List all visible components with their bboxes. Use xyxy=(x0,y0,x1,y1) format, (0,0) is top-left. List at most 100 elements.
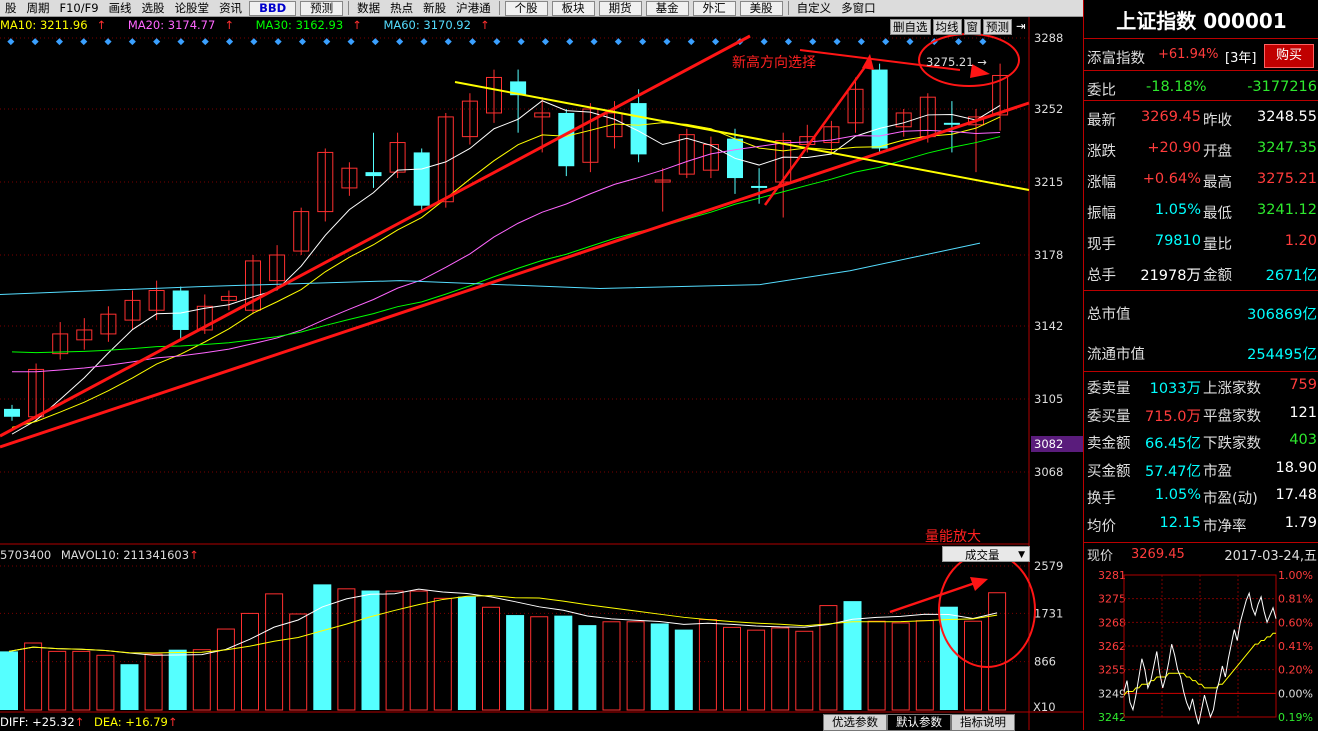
mini-left-axis-label: 3268 xyxy=(1098,616,1126,629)
quote-value: 759 xyxy=(1289,377,1317,393)
quote-label: 金额 xyxy=(1203,268,1232,284)
volume-bar xyxy=(337,588,356,711)
quote-label: 下跌家数 xyxy=(1203,436,1261,452)
quote-value: 21978万 xyxy=(1140,268,1201,284)
toolbar-item-1[interactable]: 周期 xyxy=(22,0,55,16)
trendline-support xyxy=(0,101,1030,449)
toolbar-item-7[interactable]: BBD xyxy=(249,0,297,16)
volume-bar xyxy=(554,615,573,710)
volume-bar xyxy=(915,620,934,711)
indicator-select[interactable]: 成交量 ▼ xyxy=(942,546,1030,562)
toolbar-item-2[interactable]: F10/F9 xyxy=(55,0,104,16)
volume-value: 5703400 xyxy=(0,548,52,562)
top-toolbar: 股周期 F10/F9 画线 选股 论股堂 资讯 BBD 预测 数据 热点 新股 沪港通 个股 板块 期货 基金… xyxy=(0,0,1083,17)
tab-indicator-help[interactable]: 指标说明 xyxy=(951,714,1015,731)
volume-bar xyxy=(674,629,693,710)
ma-toggle-button[interactable]: 均线 xyxy=(932,19,962,35)
toolbar-item-12[interactable]: 沪港通 xyxy=(451,0,496,16)
quote-label: 现手 xyxy=(1087,237,1116,253)
quote-label: 市盈(动) xyxy=(1203,491,1258,507)
price-axis-label: 3252 xyxy=(1034,102,1063,116)
price-axis-label: 3215 xyxy=(1034,175,1063,189)
toolbar-item-11[interactable]: 新股 xyxy=(418,0,451,16)
vol-arrow-line xyxy=(889,581,976,614)
mini-left-axis-label: 3281 xyxy=(1098,569,1126,582)
quote-value: 1.05% xyxy=(1154,487,1201,503)
toolbar-item-5[interactable]: 论股堂 xyxy=(170,0,215,16)
kline-chart[interactable]: 3288 3252 3215 3178 3142 3105 3068 2579 1731 866 xyxy=(0,17,1083,730)
toolbar-item-8[interactable]: 预测 xyxy=(300,0,344,16)
volume-bar xyxy=(891,622,910,711)
volume-bar xyxy=(313,584,332,710)
toolbar-item-14[interactable]: 板块 xyxy=(551,0,595,16)
quote-value: 3275.21 xyxy=(1257,171,1317,187)
buy-button[interactable]: 购买 xyxy=(1264,44,1314,68)
new-high-annotation: 新高方向选择 xyxy=(732,55,816,71)
tab-default-params[interactable]: 默认参数 xyxy=(887,714,951,731)
fortune-index-label: 添富指数 xyxy=(1087,51,1145,67)
quote-label: 上涨家数 xyxy=(1203,381,1261,397)
quote-label: 开盘 xyxy=(1203,144,1232,160)
mini-left-axis-label: 3255 xyxy=(1098,664,1126,677)
quote-label: 最高 xyxy=(1203,175,1232,191)
quote-value: 2671亿 xyxy=(1265,268,1317,284)
candle-body xyxy=(365,172,382,177)
volume-bar xyxy=(843,601,862,710)
float-cap-label: 流通市值 xyxy=(1087,347,1145,363)
price-axis-label: 3142 xyxy=(1034,319,1063,333)
mini-left-axis-label: 3275 xyxy=(1098,593,1126,606)
toolbar-item-19[interactable]: 自定义 xyxy=(792,0,837,16)
mini-left-axis-label: 3262 xyxy=(1098,640,1126,653)
quote-value: 1033万 xyxy=(1149,381,1201,397)
volume-bar xyxy=(120,664,139,710)
mini-right-axis-label: 1.00% xyxy=(1278,569,1313,582)
mini-date: 2017-03-24,五 xyxy=(1224,548,1317,564)
quote-value: 1.20 xyxy=(1284,233,1317,249)
volume-axis-label: 866 xyxy=(1034,655,1056,669)
toolbar-item-16[interactable]: 基金 xyxy=(645,0,689,16)
volume-bar xyxy=(144,653,163,711)
volume-bar xyxy=(530,616,549,711)
quote-value: 121 xyxy=(1289,404,1317,421)
toolbar-item-17[interactable]: 外汇 xyxy=(692,0,736,16)
toolbar-item-3[interactable]: 画线 xyxy=(104,0,137,16)
toolbar-item-9[interactable]: 数据 xyxy=(352,0,385,16)
volume-bar xyxy=(795,630,814,711)
collapse-arrow-icon[interactable]: ⇥ xyxy=(1014,19,1028,33)
quote-label: 振幅 xyxy=(1087,206,1116,222)
current-price-tag: 3082 xyxy=(1031,436,1083,452)
toolbar-item-0[interactable]: 股 xyxy=(0,0,22,16)
mini-right-axis-label: 0.60% xyxy=(1278,616,1313,629)
toolbar-item-18[interactable]: 美股 xyxy=(739,0,783,16)
tab-optimal-params[interactable]: 优选参数 xyxy=(823,714,887,731)
toolbar-item-4[interactable]: 选股 xyxy=(137,0,170,16)
toolbar-item-15[interactable]: 期货 xyxy=(598,0,642,16)
candle-body xyxy=(943,122,960,125)
price-axis-label: 3068 xyxy=(1034,465,1063,479)
window-button[interactable]: 窗 xyxy=(963,19,981,35)
volume-bar xyxy=(602,621,621,711)
intraday-chart[interactable]: 3281 1.00% 3275 0.81% 3268 0.60% 3262 0.41% 3255… xyxy=(1084,565,1318,730)
quote-label: 委卖量 xyxy=(1087,381,1131,397)
quote-label: 均价 xyxy=(1087,518,1116,535)
quote-label: 昨收 xyxy=(1203,113,1232,129)
price-axis-label: 3178 xyxy=(1034,248,1063,262)
quote-label: 换手 xyxy=(1087,491,1116,507)
volume-bar xyxy=(265,593,284,711)
toolbar-item-10[interactable]: 热点 xyxy=(385,0,418,16)
quote-label: 买金额 xyxy=(1087,463,1131,480)
quote-value: 1.79 xyxy=(1284,514,1317,531)
forecast-button[interactable]: 预测 xyxy=(983,19,1012,35)
toolbar-item-13[interactable]: 个股 xyxy=(504,0,548,16)
volume-bar xyxy=(482,606,500,711)
toolbar-item-6[interactable]: 资讯 xyxy=(214,0,247,16)
volume-unit: X10 xyxy=(1033,700,1056,714)
toolbar-item-20[interactable]: 多窗口 xyxy=(836,0,881,16)
volume-bar xyxy=(72,650,91,711)
volume-bar xyxy=(771,627,790,711)
arrow-head xyxy=(862,54,874,70)
total-cap-label: 总市值 xyxy=(1087,307,1131,323)
remove-favorite-button[interactable]: 删自选 xyxy=(890,19,931,35)
volume-bar xyxy=(192,649,211,711)
quote-label: 最低 xyxy=(1203,206,1232,222)
